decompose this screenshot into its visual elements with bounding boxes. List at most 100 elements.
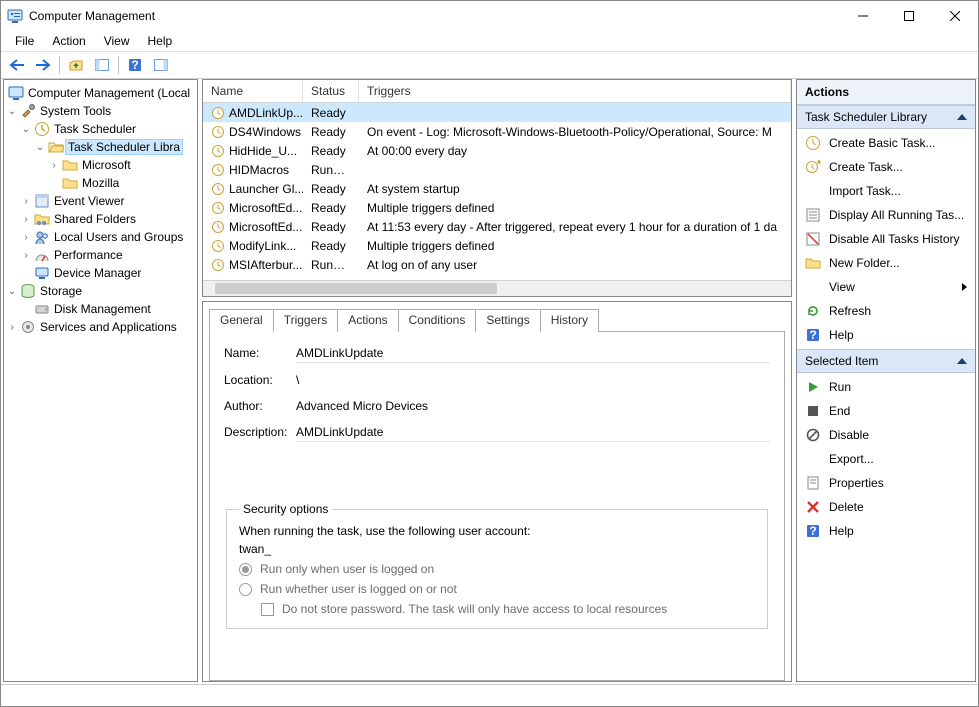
- tree-task-scheduler[interactable]: ⌄ Task Scheduler: [4, 120, 197, 138]
- task-row[interactable]: MicrosoftEd...ReadyAt 11:53 every day - …: [203, 217, 791, 236]
- disable-icon: [805, 427, 821, 443]
- action-refresh[interactable]: Refresh: [797, 299, 975, 323]
- tree-disk-management[interactable]: Disk Management: [4, 300, 197, 318]
- svg-text:?: ?: [809, 524, 816, 538]
- action-disable[interactable]: Disable: [797, 423, 975, 447]
- menu-action[interactable]: Action: [44, 32, 93, 50]
- tree-event-viewer[interactable]: › Event Viewer: [4, 192, 197, 210]
- close-button[interactable]: [932, 1, 978, 31]
- column-name[interactable]: Name: [203, 80, 303, 102]
- task-name: ModifyLink...: [229, 239, 296, 253]
- action-help-selected[interactable]: ? Help: [797, 519, 975, 543]
- help-icon: ?: [805, 523, 821, 539]
- task-status: Running: [303, 258, 359, 272]
- task-name: Launcher Gl...: [229, 182, 303, 196]
- actions-group-library[interactable]: Task Scheduler Library: [797, 105, 975, 129]
- tree-task-scheduler-library[interactable]: ⌄ Task Scheduler Libra: [4, 138, 197, 156]
- action-disable-history[interactable]: Disable All Tasks History: [797, 227, 975, 251]
- action-view[interactable]: View: [797, 275, 975, 299]
- menu-file[interactable]: File: [7, 32, 42, 50]
- expand-icon[interactable]: ›: [20, 250, 32, 261]
- column-triggers[interactable]: Triggers: [359, 80, 791, 102]
- help-toolbar-button[interactable]: ?: [123, 54, 147, 76]
- task-row[interactable]: DS4WindowsReadyOn event - Log: Microsoft…: [203, 122, 791, 141]
- action-create-basic-task[interactable]: Create Basic Task...: [797, 131, 975, 155]
- tab-actions[interactable]: Actions: [337, 309, 398, 332]
- action-end[interactable]: End: [797, 399, 975, 423]
- action-properties[interactable]: Properties: [797, 471, 975, 495]
- list-icon: [805, 207, 821, 223]
- collapse-icon[interactable]: ⌄: [6, 286, 18, 297]
- minimize-button[interactable]: [840, 1, 886, 31]
- clock-icon: [211, 163, 225, 177]
- menu-help[interactable]: Help: [140, 32, 181, 50]
- menu-bar: File Action View Help: [1, 31, 978, 51]
- task-status: Ready: [303, 201, 359, 215]
- task-name: HidHide_U...: [229, 144, 297, 158]
- tree-shared-folders[interactable]: › Shared Folders: [4, 210, 197, 228]
- tab-general[interactable]: General: [209, 309, 274, 332]
- action-delete[interactable]: Delete: [797, 495, 975, 519]
- tree-storage[interactable]: ⌄ Storage: [4, 282, 197, 300]
- tree-system-tools[interactable]: ⌄ System Tools: [4, 102, 197, 120]
- task-row[interactable]: ModifyLink...ReadyMultiple triggers defi…: [203, 236, 791, 255]
- tab-history[interactable]: History: [540, 309, 599, 332]
- tab-conditions[interactable]: Conditions: [398, 309, 477, 332]
- up-one-level-button[interactable]: [64, 54, 88, 76]
- action-display-running[interactable]: Display All Running Tas...: [797, 203, 975, 227]
- task-row[interactable]: Launcher Gl...ReadyAt system startup: [203, 179, 791, 198]
- tree-services-applications[interactable]: › Services and Applications: [4, 318, 197, 336]
- show-hide-console-tree-button[interactable]: [90, 54, 114, 76]
- tree-root[interactable]: Computer Management (Local: [4, 84, 197, 102]
- task-listview[interactable]: Name Status Triggers AMDLinkUp...ReadyDS…: [202, 79, 792, 297]
- task-name: MSIAfterbur...: [229, 258, 302, 272]
- expand-icon[interactable]: ›: [20, 196, 32, 207]
- collapse-icon[interactable]: ⌄: [20, 124, 32, 135]
- show-hide-action-pane-button[interactable]: [149, 54, 173, 76]
- action-create-task[interactable]: Create Task...: [797, 155, 975, 179]
- expand-icon[interactable]: ›: [20, 214, 32, 225]
- listview-horizontal-scrollbar[interactable]: [203, 280, 791, 296]
- maximize-button[interactable]: [886, 1, 932, 31]
- expand-icon[interactable]: ›: [20, 232, 32, 243]
- tab-triggers[interactable]: Triggers: [273, 309, 339, 332]
- radio-empty-icon: [239, 583, 252, 596]
- clock-plus-icon: [805, 159, 821, 175]
- menu-view[interactable]: View: [96, 32, 138, 50]
- status-bar: [1, 684, 978, 706]
- action-export[interactable]: Export...: [797, 447, 975, 471]
- forward-button[interactable]: [31, 54, 55, 76]
- action-new-folder[interactable]: New Folder...: [797, 251, 975, 275]
- svg-text:?: ?: [131, 58, 138, 72]
- back-button[interactable]: [5, 54, 29, 76]
- folder-open-icon: [48, 139, 64, 155]
- column-status[interactable]: Status: [303, 80, 359, 102]
- tab-settings[interactable]: Settings: [475, 309, 540, 332]
- action-help[interactable]: ? Help: [797, 323, 975, 347]
- task-row[interactable]: MSIAfterbur...RunningAt log on of any us…: [203, 255, 791, 274]
- tree-performance[interactable]: › Performance: [4, 246, 197, 264]
- expand-icon[interactable]: ›: [48, 160, 60, 171]
- task-details-panel: General Triggers Actions Conditions Sett…: [202, 301, 792, 682]
- task-name: AMDLinkUp...: [229, 106, 303, 120]
- services-icon: [20, 319, 36, 335]
- expand-icon[interactable]: ›: [6, 322, 18, 333]
- task-row[interactable]: MicrosoftEd...ReadyMultiple triggers def…: [203, 198, 791, 217]
- task-name: HIDMacros: [229, 163, 289, 177]
- task-row[interactable]: HIDMacrosRunning: [203, 160, 791, 179]
- folder-icon: [62, 175, 78, 191]
- console-tree[interactable]: Computer Management (Local ⌄ System Tool…: [3, 79, 198, 682]
- task-row[interactable]: HidHide_U...ReadyAt 00:00 every day: [203, 141, 791, 160]
- tree-device-manager[interactable]: Device Manager: [4, 264, 197, 282]
- collapse-icon[interactable]: ⌄: [34, 142, 46, 153]
- users-icon: [34, 229, 50, 245]
- tree-local-users-groups[interactable]: › Local Users and Groups: [4, 228, 197, 246]
- collapse-icon[interactable]: ⌄: [6, 106, 18, 117]
- check-no-store-password: Do not store password. The task will onl…: [239, 602, 755, 616]
- action-run[interactable]: Run: [797, 375, 975, 399]
- action-import-task[interactable]: Import Task...: [797, 179, 975, 203]
- actions-group-selected[interactable]: Selected Item: [797, 349, 975, 373]
- task-row[interactable]: AMDLinkUp...Ready: [203, 103, 791, 122]
- tree-mozilla[interactable]: Mozilla: [4, 174, 197, 192]
- tree-microsoft[interactable]: › Microsoft: [4, 156, 197, 174]
